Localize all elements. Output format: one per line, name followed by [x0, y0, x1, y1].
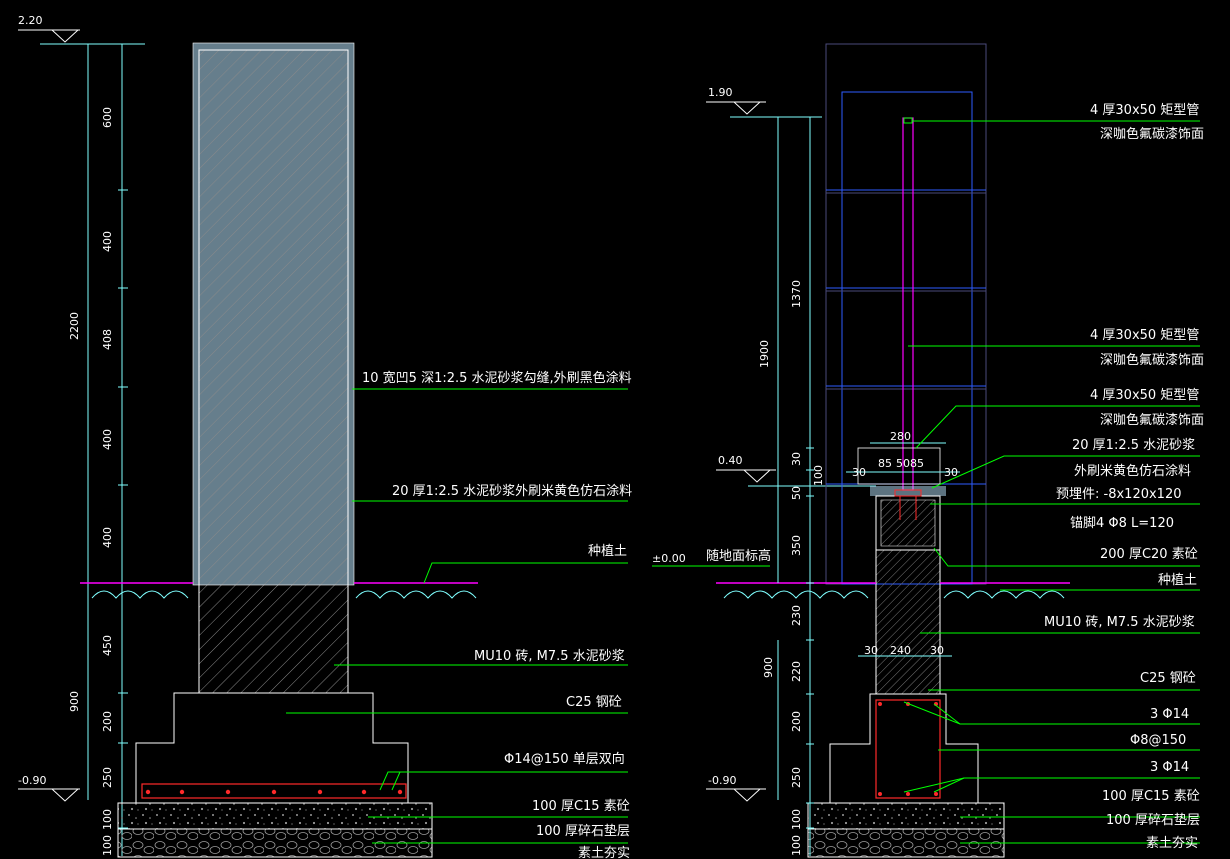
left-dim-900: 900	[68, 691, 81, 712]
right-ground-label: 随地面标高	[706, 548, 771, 564]
right-elevation-zero-marker: ±0.00 随地面标高	[652, 548, 771, 567]
right-label-gravel: 100 厚碎石垫层	[1106, 812, 1200, 828]
right-section: 1.90 0.40 ±0.00 随地面标高 -0.90 1370 1900 30…	[652, 43, 1204, 858]
right-dim-1900: 1900	[758, 340, 771, 368]
right-label-finish3: 深咖色氟碳漆饰面	[1100, 412, 1204, 428]
right-elevation-top-marker: 1.90	[706, 86, 822, 118]
right-label-embed: 预埋件: -8x120x120	[1056, 487, 1182, 502]
right-dim-50: 50	[790, 486, 803, 500]
right-elevation-bottom-marker: -0.90	[706, 774, 766, 802]
left-elevation-top-marker: 2.20	[18, 14, 145, 45]
right-elev-zero-text: ±0.00	[652, 552, 686, 565]
right-dim-200: 200	[790, 711, 803, 732]
left-footing	[135, 692, 409, 804]
left-labels: 10 宽凹5 深1:2.5 水泥砂浆勾缝,外刷黑色涂料 20 厚1:2.5 水泥…	[362, 370, 632, 859]
right-label-stirrup: Φ8@150	[1130, 733, 1186, 748]
left-label-plaster: 20 厚1:2.5 水泥砂浆外刷米黄色仿石涂料	[392, 483, 632, 499]
left-wall	[192, 42, 355, 694]
left-label-brick: MU10 砖, M7.5 水泥砂浆	[474, 649, 625, 664]
right-dim-900: 900	[762, 657, 775, 678]
left-dim-408: 408	[101, 329, 114, 350]
right-label-finish1: 深咖色氟碳漆饰面	[1100, 126, 1204, 142]
right-label-c20: 200 厚C20 素砼	[1100, 547, 1198, 562]
left-label-soil: 种植土	[588, 544, 627, 559]
right-dim-100a: 100	[790, 809, 803, 830]
right-label-soil: 种植土	[1158, 573, 1197, 588]
left-label-c25: C25 钢砼	[566, 695, 622, 710]
left-dim-100a: 100	[101, 809, 114, 830]
right-label-brick: MU10 砖, M7.5 水泥砂浆	[1044, 615, 1195, 630]
right-label-pipe1: 4 厚30x50 矩型管	[1090, 103, 1199, 118]
left-base-layers	[117, 802, 433, 858]
right-dim-220: 220	[790, 661, 803, 682]
left-dim-100b: 100	[101, 835, 114, 856]
left-label-gravel: 100 厚碎石垫层	[536, 823, 630, 839]
right-label-finish2: 深咖色氟碳漆饰面	[1100, 352, 1204, 368]
right-hdim-30a: 30	[852, 466, 866, 479]
left-dim-250: 250	[101, 767, 114, 788]
right-dim-230: 230	[790, 605, 803, 626]
right-label-c15: 100 厚C15 素砼	[1102, 789, 1200, 804]
drawing-canvas: 2.20 -0.90 600 400 408 400 400 2200 450 …	[18, 14, 1204, 859]
left-elev-top-text: 2.20	[18, 14, 43, 27]
left-dim-400a: 400	[101, 231, 114, 252]
left-elevation-bottom-marker: -0.90	[18, 774, 80, 802]
right-dim-1370: 1370	[790, 280, 803, 308]
right-hdim-30d: 30	[930, 644, 944, 657]
right-hdim-85b: 85	[910, 457, 924, 470]
right-label-anchor: 锚脚4 Φ8 L=120	[1070, 515, 1174, 531]
right-hdim-30c: 30	[864, 644, 878, 657]
left-section: 2.20 -0.90 600 400 408 400 400 2200 450 …	[18, 14, 632, 859]
right-hdim-280: 280	[890, 430, 911, 443]
right-elev-mid-text: 0.40	[718, 454, 743, 467]
right-dim-100b: 100	[790, 835, 803, 856]
right-hdim-85a: 85	[878, 457, 892, 470]
left-label-rebar: Φ14@150 单层双向	[504, 751, 625, 767]
right-label-compact: 素土夯实	[1146, 836, 1198, 851]
left-dim-2200: 2200	[68, 312, 81, 340]
right-hdim-50: 50	[896, 457, 910, 470]
right-labels: 4 厚30x50 矩型管 深咖色氟碳漆饰面 4 厚30x50 矩型管 深咖色氟碳…	[1044, 103, 1204, 851]
right-label-c25: C25 钢砼	[1140, 671, 1196, 686]
right-footing	[829, 693, 979, 804]
left-label-compact: 素土夯实	[578, 846, 630, 859]
right-label-mortar: 20 厚1:2.5 水泥砂浆	[1072, 438, 1195, 453]
right-dimension-texts: 1370 1900 30 100 50 350 230 220 200 250 …	[758, 280, 825, 856]
right-elev-bottom-text: -0.90	[708, 774, 736, 787]
left-dimension-texts: 600 400 408 400 400 2200 450 200 250 900…	[68, 107, 114, 856]
left-dim-400b: 400	[101, 429, 114, 450]
right-elev-top-text: 1.90	[708, 86, 733, 99]
right-dim-100: 100	[812, 465, 825, 486]
left-dim-600: 600	[101, 107, 114, 128]
left-label-c15: 100 厚C15 素砼	[532, 799, 630, 814]
right-label-rebar-bottom: 3 Φ14	[1150, 760, 1189, 775]
left-dim-200: 200	[101, 711, 114, 732]
left-label-joint: 10 宽凹5 深1:2.5 水泥砂浆勾缝,外刷黑色涂料	[362, 370, 632, 386]
right-brick-pier	[875, 549, 941, 695]
left-dim-450: 450	[101, 635, 114, 656]
right-label-coating: 外刷米黄色仿石涂料	[1074, 463, 1191, 479]
left-elev-bottom-text: -0.90	[18, 774, 46, 787]
right-dim-250: 250	[790, 767, 803, 788]
right-label-pipe3: 4 厚30x50 矩型管	[1090, 388, 1199, 403]
right-label-pipe2: 4 厚30x50 矩型管	[1090, 328, 1199, 343]
right-label-rebar-top: 3 Φ14	[1150, 707, 1189, 722]
right-hdim-240: 240	[890, 644, 911, 657]
right-base-layers	[807, 802, 1005, 858]
right-dim-350: 350	[790, 535, 803, 556]
right-dim-30: 30	[790, 452, 803, 466]
left-dim-400c: 400	[101, 527, 114, 548]
